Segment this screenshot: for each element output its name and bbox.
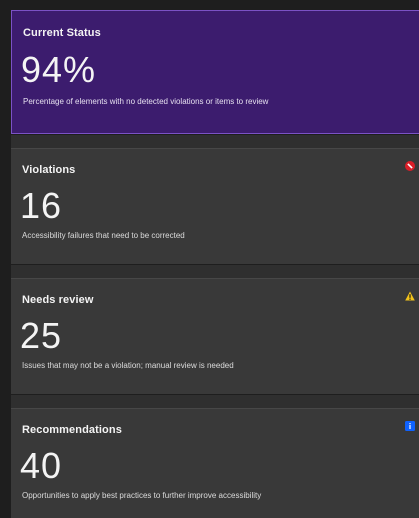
divider — [11, 395, 419, 408]
violations-description: Accessibility failures that need to be c… — [22, 231, 185, 240]
recommendations-count: 40 — [20, 445, 63, 486]
recommendations-description: Opportunities to apply best practices to… — [22, 491, 262, 500]
needs-review-description: Issues that may not be a violation; manu… — [22, 361, 234, 370]
needs-review-count: 25 — [20, 315, 63, 356]
violations-card: Violations 16 Accessibility failures tha… — [11, 148, 419, 264]
warning-icon — [405, 291, 415, 301]
violations-title: Violations — [22, 164, 76, 176]
recommendations-title: Recommendations — [22, 424, 122, 436]
divider — [11, 135, 419, 148]
violation-icon — [405, 161, 415, 171]
recommendations-card: Recommendations 40 Opportunities to appl… — [11, 408, 419, 518]
current-status-description: Percentage of elements with no detected … — [23, 97, 269, 106]
divider — [11, 265, 419, 278]
needs-review-title: Needs review — [22, 294, 94, 306]
violations-count: 16 — [20, 185, 63, 226]
current-status-value: 94% — [21, 49, 97, 90]
current-status-title: Current Status — [23, 27, 101, 39]
info-icon — [405, 421, 415, 431]
current-status-card: Current Status 94% Percentage of element… — [11, 10, 419, 134]
needs-review-card: Needs review 25 Issues that may not be a… — [11, 278, 419, 394]
